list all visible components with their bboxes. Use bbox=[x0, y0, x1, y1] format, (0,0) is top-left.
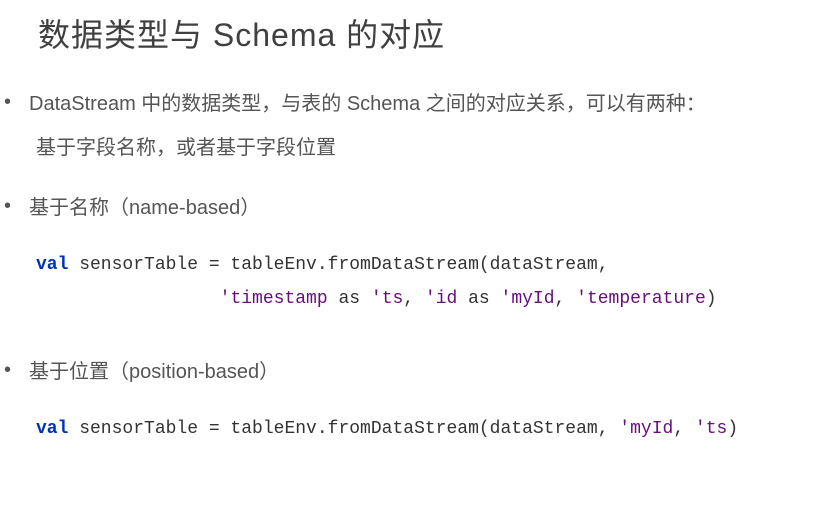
code-comma: , bbox=[403, 289, 425, 309]
code-indent bbox=[36, 289, 220, 309]
symbol-temperature: 'temperature bbox=[576, 289, 706, 309]
section-name-based: • 基于名称（name-based） bbox=[0, 192, 814, 224]
symbol-id: 'id bbox=[425, 289, 457, 309]
section-position-based: • 基于位置（position-based） bbox=[0, 356, 814, 388]
symbol-ts: 'ts bbox=[695, 419, 727, 439]
code-as: as bbox=[328, 289, 371, 309]
keyword-val: val bbox=[36, 419, 68, 439]
code-text: sensorTable = tableEnv.fromDataStream(da… bbox=[68, 255, 608, 275]
symbol-timestamp: 'timestamp bbox=[220, 289, 328, 309]
bullet-dot: • bbox=[4, 192, 11, 220]
code-close-paren: ) bbox=[706, 289, 717, 309]
bullet-dot: • bbox=[4, 88, 11, 116]
symbol-myid: 'myId bbox=[619, 419, 673, 439]
intro-line1: DataStream 中的数据类型，与表的 Schema 之间的对应关系，可以有… bbox=[29, 88, 706, 120]
symbol-myid: 'myId bbox=[501, 289, 555, 309]
slide-content: 数据类型与 Schema 的对应 • DataStream 中的数据类型，与表的… bbox=[0, 0, 814, 447]
code-close-paren: ) bbox=[727, 419, 738, 439]
code-text: sensorTable = tableEnv.fromDataStream(da… bbox=[68, 419, 619, 439]
slide-title: 数据类型与 Schema 的对应 bbox=[38, 10, 814, 56]
intro-line2: 基于字段名称，或者基于字段位置 bbox=[36, 132, 814, 164]
code-as: as bbox=[457, 289, 500, 309]
section-pos-label: 基于位置（position-based） bbox=[29, 356, 279, 388]
keyword-val: val bbox=[36, 255, 68, 275]
symbol-ts: 'ts bbox=[371, 289, 403, 309]
section-name-label: 基于名称（name-based） bbox=[29, 192, 260, 224]
code-block-position-based: val sensorTable = tableEnv.fromDataStrea… bbox=[36, 412, 814, 446]
code-comma: , bbox=[555, 289, 577, 309]
bullet-intro: • DataStream 中的数据类型，与表的 Schema 之间的对应关系，可… bbox=[0, 88, 814, 120]
code-comma: , bbox=[673, 419, 695, 439]
bullet-dot: • bbox=[4, 356, 11, 384]
code-block-name-based: val sensorTable = tableEnv.fromDataStrea… bbox=[36, 248, 814, 316]
